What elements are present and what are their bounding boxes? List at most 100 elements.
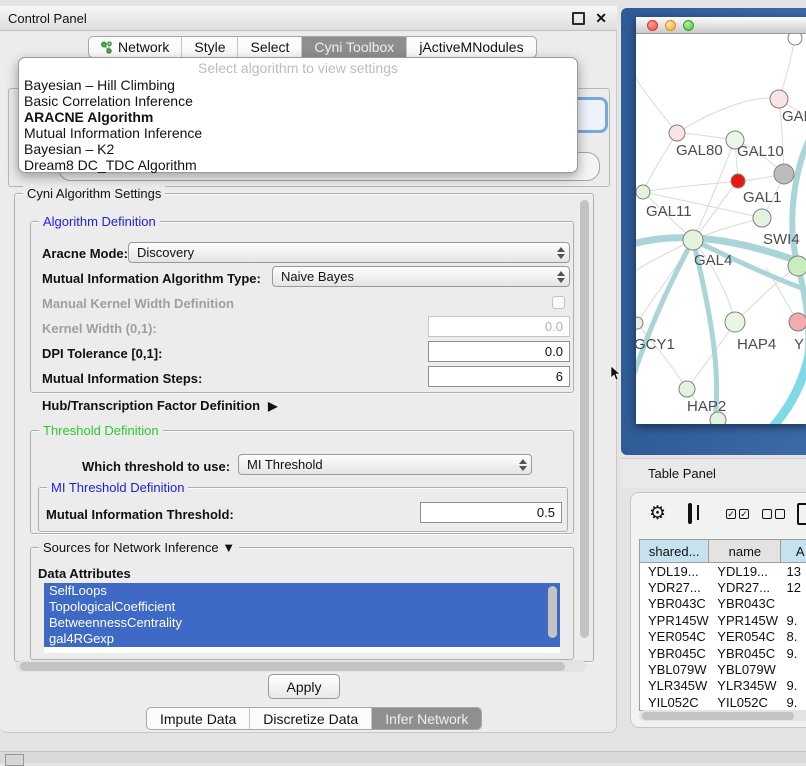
algorithm-option[interactable]: Basic Correlation Inference	[19, 93, 577, 109]
settings-vscroll[interactable]	[578, 197, 591, 656]
tab-cyni-toolbox[interactable]: Cyni Toolbox	[302, 37, 407, 57]
bottom-tab-infer-network[interactable]: Infer Network	[372, 708, 481, 729]
network-canvas[interactable]: GALGAL80GAL10GAL1GAL11GAL4SWI4GCY1HAP4YH…	[636, 34, 806, 424]
table-cell: YIL052C	[640, 695, 709, 710]
network-node[interactable]	[774, 164, 794, 184]
node-label: HAP2	[687, 398, 726, 415]
cyni-settings-title: Cyni Algorithm Settings	[23, 186, 165, 201]
control-panel-title: Control Panel	[0, 11, 572, 26]
table-cell: YDR27...	[709, 580, 781, 595]
table-header-row: shared...nameA	[640, 540, 806, 563]
settings-hscroll[interactable]	[16, 660, 586, 672]
table-row[interactable]: YBR045CYBR045C9.	[640, 645, 806, 661]
network-node[interactable]	[731, 174, 745, 188]
node-label: GAL80	[676, 142, 723, 159]
expander-down-icon: ▼	[222, 540, 235, 555]
table-cell: 12	[781, 580, 806, 595]
table-row[interactable]: YPR145WYPR145W9.	[640, 612, 806, 628]
mi-threshold-field[interactable]: 0.5	[420, 502, 562, 523]
table-cell: YER054C	[640, 629, 709, 644]
table-cell: YIL052C	[709, 695, 781, 710]
close-icon[interactable]: ✕	[595, 11, 607, 25]
node-label: GAL4	[694, 252, 732, 269]
network-node-gal4[interactable]	[683, 230, 703, 250]
close-traffic-light-icon[interactable]	[647, 20, 658, 31]
network-node-gal1[interactable]	[753, 209, 771, 227]
table-row[interactable]: YDL19...YDL19...13	[640, 563, 806, 579]
list-vscroll[interactable]	[548, 586, 557, 638]
table-row[interactable]: YIL052CYIL052C9.	[640, 694, 806, 710]
table-cell: YBR043C	[640, 596, 709, 611]
apply-button[interactable]: Apply	[268, 674, 340, 699]
table-cell: YBR043C	[709, 596, 781, 611]
tab-jactivemnodules[interactable]: jActiveMNodules	[407, 37, 535, 57]
zoom-traffic-light-icon[interactable]	[683, 20, 694, 31]
bottom-left-icon[interactable]	[5, 754, 24, 766]
network-node-hap2[interactable]	[679, 381, 695, 397]
export-table-icon[interactable]	[797, 503, 806, 525]
split-columns-icon[interactable]	[688, 503, 692, 524]
hub-definition-expander[interactable]: Hub/Transcription Factor Definition ▶	[42, 398, 277, 413]
bottom-tab-impute-data[interactable]: Impute Data	[147, 708, 250, 729]
tab-network[interactable]: Network	[89, 37, 182, 57]
table-row[interactable]: YER054CYER054C8.	[640, 629, 806, 645]
algorithm-option[interactable]: Mutual Information Inference	[19, 125, 577, 141]
column-header[interactable]: shared...	[640, 540, 709, 562]
network-node-y[interactable]	[789, 313, 806, 331]
column-header[interactable]: name	[709, 540, 781, 562]
table-hscroll[interactable]	[639, 710, 806, 721]
table-cell: 13	[781, 564, 806, 579]
node-label: SWI4	[763, 231, 800, 248]
deselect-all-checkboxes-icon[interactable]	[762, 509, 785, 519]
node-label: HAP4	[737, 336, 776, 353]
select-all-checkboxes-icon[interactable]: ✓✓	[726, 509, 749, 519]
network-node-gal80[interactable]	[669, 125, 685, 141]
algorithm-option[interactable]: Bayesian – K2	[19, 141, 577, 157]
which-threshold-label: Which threshold to use:	[82, 459, 230, 474]
mi-threshold-group-title: MI Threshold Definition	[47, 480, 188, 495]
stepper-icon	[515, 459, 531, 471]
network-icon	[101, 41, 113, 54]
table-row[interactable]: YBR043CYBR043C	[640, 596, 806, 612]
node-label: GAL1	[743, 189, 781, 206]
stepper-icon	[553, 271, 569, 283]
data-attribute-item[interactable]: gal4RGexp	[44, 631, 560, 647]
tab-style[interactable]: Style	[182, 37, 238, 57]
expander-right-icon: ▶	[268, 399, 277, 413]
network-node-gal[interactable]	[770, 90, 788, 108]
bottom-tab-discretize-data[interactable]: Discretize Data	[250, 708, 372, 729]
threshold-group-title: Threshold Definition	[39, 423, 163, 438]
data-attribute-item[interactable]: BetweennessCentrality	[44, 615, 560, 631]
algorithm-option[interactable]: Bayesian – Hill Climbing	[19, 77, 577, 93]
mi-type-combo[interactable]: Naive Bayes	[272, 266, 570, 287]
minimize-traffic-light-icon[interactable]	[665, 20, 676, 31]
data-attributes-list[interactable]: SelfLoopsTopologicalCoefficientBetweenne…	[44, 583, 560, 653]
float-window-icon[interactable]	[572, 12, 585, 25]
aracne-mode-combo[interactable]: Discovery	[128, 242, 570, 263]
table-cell: 9.	[781, 695, 806, 710]
algorithm-option[interactable]: Dream8 DC_TDC Algorithm	[19, 157, 577, 173]
table-row[interactable]: YLR345WYLR345W9.	[640, 678, 806, 694]
column-header[interactable]: A	[781, 540, 806, 562]
data-attribute-item[interactable]: SelfLoops	[44, 583, 560, 599]
data-attribute-item[interactable]: TopologicalCoefficient	[44, 599, 560, 615]
table-row[interactable]: YBL079WYBL079W	[640, 661, 806, 677]
screen: { "colors": { "selection_blue": "#3e6ac6…	[0, 0, 806, 762]
algorithm-options: Bayesian – Hill ClimbingBasic Correlatio…	[19, 77, 577, 173]
network-node-gal11[interactable]	[636, 185, 650, 199]
table-toolbar: ⚙ ✓✓	[631, 501, 806, 529]
tab-select[interactable]: Select	[238, 37, 302, 57]
algorithm-option[interactable]: ARACNE Algorithm	[19, 109, 577, 125]
sources-group-title[interactable]: Sources for Network Inference ▼	[39, 540, 239, 555]
manual-kernel-checkbox[interactable]	[552, 296, 565, 309]
mi-steps-field[interactable]: 6	[428, 366, 570, 387]
network-node-gcy1[interactable]	[636, 317, 643, 329]
table-row[interactable]: YDR27...YDR27...12	[640, 579, 806, 595]
which-threshold-combo[interactable]: MI Threshold	[238, 454, 532, 475]
kernel-width-field[interactable]: 0.0	[428, 316, 570, 337]
network-node[interactable]	[788, 34, 802, 45]
network-node-hap4[interactable]	[725, 312, 745, 332]
table-settings-gear-icon[interactable]: ⚙	[649, 504, 666, 523]
dpi-tolerance-field[interactable]: 0.0	[428, 341, 570, 362]
network-node-swi4[interactable]	[788, 256, 806, 276]
